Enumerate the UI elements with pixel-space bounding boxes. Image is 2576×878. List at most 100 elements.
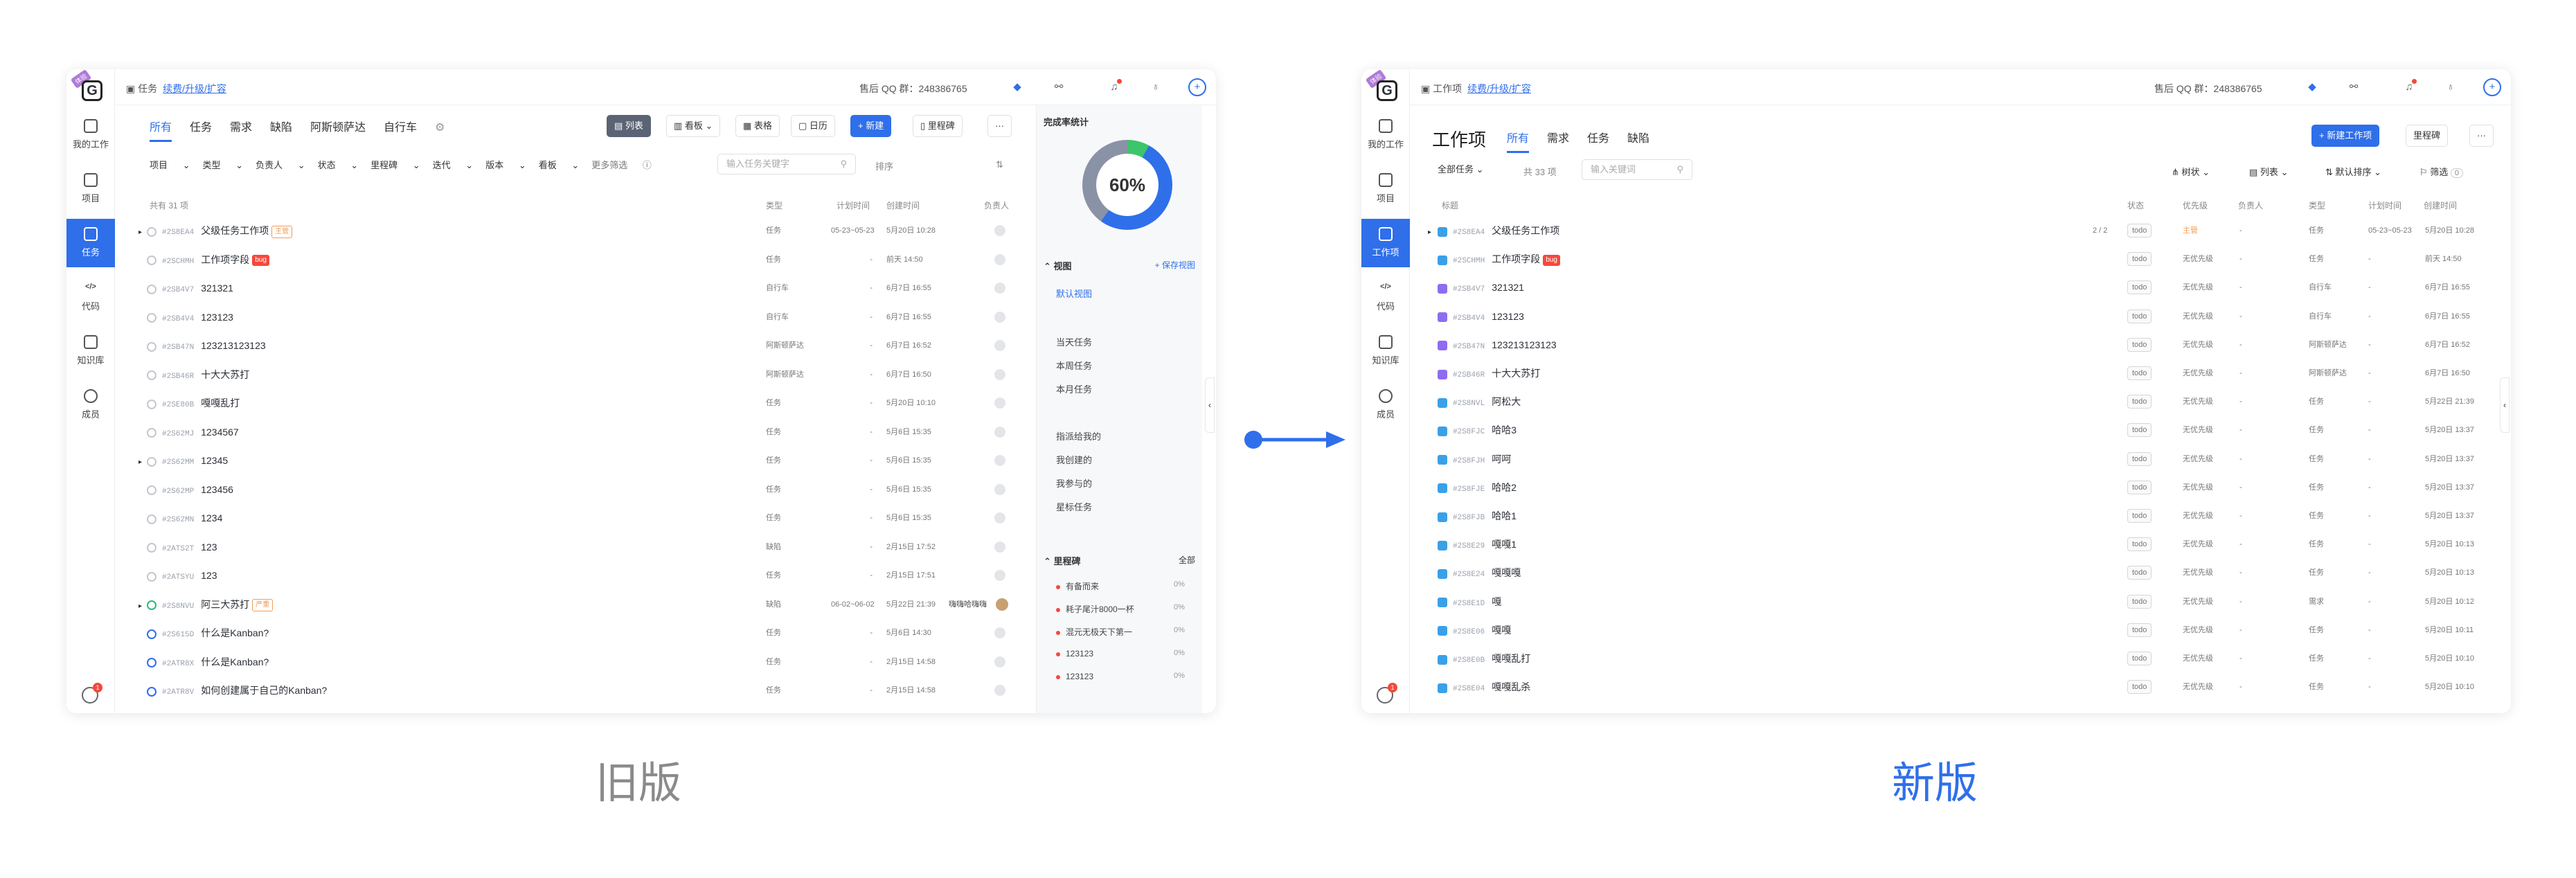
bulb-icon[interactable]: ♁	[1147, 78, 1165, 96]
table-row[interactable]: #2SB46R 十大大苏打 阿斯顿萨达 - 6月7日 16:50	[138, 360, 1032, 389]
item-title[interactable]: 工作项字段	[201, 254, 249, 265]
item-title[interactable]: 嘎嘎1	[1492, 539, 1517, 550]
table-row[interactable]: #2S8E0B 嘎嘎乱打 todo 无优先级 - 任务 - 5月20日 10:10	[1428, 644, 2501, 673]
milestone-button[interactable]: ▯ 里程碑	[913, 115, 963, 137]
tab-bug[interactable]: 缺陷	[1627, 129, 1649, 151]
item-title[interactable]: 123	[201, 570, 217, 581]
tab-custom[interactable]: 阿斯顿萨达	[310, 118, 366, 140]
status-circle-icon[interactable]	[147, 256, 156, 266]
status-pill[interactable]: todo	[2127, 337, 2152, 352]
table-row[interactable]: #2S8FJB 哈哈1 todo 无优先级 - 任务 - 5月20日 13:37	[1428, 501, 2501, 530]
item-title[interactable]: 阿三大苏打	[201, 599, 249, 610]
table-row[interactable]: ▸ #2S8NVU 阿三大苏打 严重 缺陷 06-02~06-02 5月22日 21:39 嗨…	[138, 590, 1032, 619]
list-view-toggle[interactable]: ▤ 列表 ⌄	[2249, 165, 2288, 178]
collapse-panel-handle[interactable]: ‹	[1205, 377, 1215, 433]
view-section-header[interactable]: ⌃ 视图	[1044, 259, 1072, 272]
filter-status[interactable]: 状态 ⌄	[318, 158, 359, 171]
expand-caret-icon[interactable]: ▸	[1428, 218, 1438, 247]
view-item[interactable]: 我创建的	[1056, 453, 1092, 466]
item-title[interactable]: 123	[201, 541, 217, 553]
status-circle-icon[interactable]	[147, 341, 156, 352]
view-item[interactable]: 本周任务	[1056, 359, 1092, 372]
item-title[interactable]: 嘎嘎	[1492, 625, 1511, 636]
table-row[interactable]: #2S8FJC 哈哈3 todo 无优先级 - 任务 - 5月20日 13:37	[1428, 415, 2501, 445]
item-title[interactable]: 父级任务工作项	[1492, 225, 1559, 236]
assignee-avatar[interactable]	[996, 598, 1008, 611]
status-pill[interactable]: todo	[2127, 680, 2152, 695]
status-circle-icon[interactable]	[147, 284, 156, 294]
tab-all[interactable]: 所有	[1507, 129, 1530, 153]
table-row[interactable]: #2ATS2T 123 缺陷 - 2月15日 17:52	[138, 532, 1032, 562]
bell-icon[interactable]: ♫	[1105, 78, 1123, 96]
priority-label[interactable]: 主管	[2183, 216, 2198, 245]
expand-caret-icon[interactable]: ▸	[138, 592, 147, 621]
item-title[interactable]: 父级任务工作项	[201, 225, 269, 236]
status-pill[interactable]: todo	[2127, 509, 2152, 523]
item-title[interactable]: 123213123123	[1492, 339, 1556, 350]
item-title[interactable]: 哈哈2	[1492, 482, 1517, 493]
table-row[interactable]: #2SB46R 十大大苏打 todo 无优先级 - 阿斯顿萨达 - 6月7日 16:50	[1428, 359, 2501, 388]
add-icon[interactable]: +	[2483, 78, 2501, 96]
settings-gear-icon[interactable]: 1	[1377, 683, 1397, 704]
collapse-panel-handle[interactable]: ‹	[2500, 377, 2510, 433]
new-work-item-button[interactable]: + 新建工作项	[2311, 125, 2380, 147]
filter-version[interactable]: 版本 ⌄	[485, 158, 526, 171]
nav-members[interactable]: 成员	[66, 381, 115, 429]
item-title[interactable]: 如何创建属于自己的Kanban?	[201, 685, 327, 696]
item-title[interactable]: 工作项字段	[1492, 253, 1540, 265]
item-title[interactable]: 嘎	[1492, 596, 1501, 607]
status-pill[interactable]: todo	[2127, 594, 2152, 609]
status-circle-icon[interactable]	[147, 399, 156, 409]
status-circle-icon[interactable]	[147, 370, 156, 381]
item-title[interactable]: 什么是Kanban?	[201, 627, 269, 638]
priority-label[interactable]: 无优先级	[2183, 644, 2213, 673]
priority-label[interactable]: 无优先级	[2183, 330, 2213, 359]
nav-code[interactable]: </> 代码	[66, 273, 115, 321]
item-title[interactable]: 321321	[1492, 282, 1524, 293]
table-row[interactable]: ▸ #2S62MM 12345 任务 - 5月6日 15:35	[138, 446, 1032, 475]
status-pill[interactable]: todo	[2127, 280, 2152, 295]
assignee-avatar[interactable]	[994, 397, 1005, 409]
assignee-avatar[interactable]	[994, 253, 1005, 265]
status-circle-icon[interactable]	[147, 428, 156, 438]
item-title[interactable]: 123213123123	[201, 340, 265, 351]
more-button[interactable]: ···	[987, 115, 1012, 137]
milestone-item[interactable]: 耗子尾汁8000一杯 0%	[1056, 603, 1185, 615]
milestone-section-header[interactable]: ⌃ 里程碑	[1044, 554, 1081, 567]
settings-gear-icon[interactable]: 1	[82, 683, 102, 704]
priority-label[interactable]: 无优先级	[2183, 387, 2213, 416]
kanban-view-button[interactable]: ▥ 看板 ⌄	[666, 115, 721, 137]
priority-label[interactable]: 无优先级	[2183, 415, 2213, 445]
priority-label[interactable]: 无优先级	[2183, 672, 2213, 701]
milestone-item[interactable]: 123123 0%	[1056, 649, 1185, 658]
status-circle-icon[interactable]	[147, 543, 156, 553]
priority-label[interactable]: 无优先级	[2183, 302, 2213, 331]
tab-task[interactable]: 任务	[190, 118, 212, 140]
status-pill[interactable]: todo	[2127, 224, 2152, 238]
filter-project[interactable]: 项目 ⌄	[150, 158, 190, 171]
status-pill[interactable]: todo	[2127, 537, 2152, 552]
view-item[interactable]: 本月任务	[1056, 382, 1092, 395]
sort-select[interactable]: ⇅ 默认排序 ⌄	[2325, 165, 2381, 178]
tab-bug[interactable]: 缺陷	[270, 118, 292, 140]
assignee-avatar[interactable]	[994, 426, 1005, 438]
status-circle-icon[interactable]	[147, 686, 156, 697]
status-pill[interactable]: todo	[2127, 423, 2152, 438]
save-view-link[interactable]: + 保存视图	[1155, 259, 1195, 271]
item-title[interactable]: 嘎嘎乱打	[1492, 653, 1530, 664]
table-row[interactable]: #2SB4V7 321321 todo 无优先级 - 自行车 - 6月7日 16:55	[1428, 273, 2501, 302]
assignee-avatar[interactable]	[994, 541, 1005, 553]
table-view-button[interactable]: ▦ 表格	[735, 115, 780, 137]
priority-label[interactable]: 无优先级	[2183, 445, 2213, 474]
status-pill[interactable]: todo	[2127, 395, 2152, 409]
priority-label[interactable]: 无优先级	[2183, 587, 2213, 616]
priority-label[interactable]: 无优先级	[2183, 359, 2213, 388]
milestone-all-link[interactable]: 全部	[1179, 554, 1195, 566]
nav-members[interactable]: 成员	[1361, 381, 1410, 429]
priority-label[interactable]: 无优先级	[2183, 616, 2213, 645]
nav-task[interactable]: 任务	[66, 219, 115, 267]
table-row[interactable]: #2S8E04 嘎嘎乱杀 todo 无优先级 - 任务 - 5月20日 10:10	[1428, 672, 2501, 701]
table-row[interactable]: #2SCHMH 工作项字段 bug todo 无优先级 - 任务 - 前天 14:50	[1428, 244, 2501, 274]
list-view-button[interactable]: ▤ 列表	[607, 115, 651, 137]
tab-all[interactable]: 所有	[150, 118, 172, 142]
